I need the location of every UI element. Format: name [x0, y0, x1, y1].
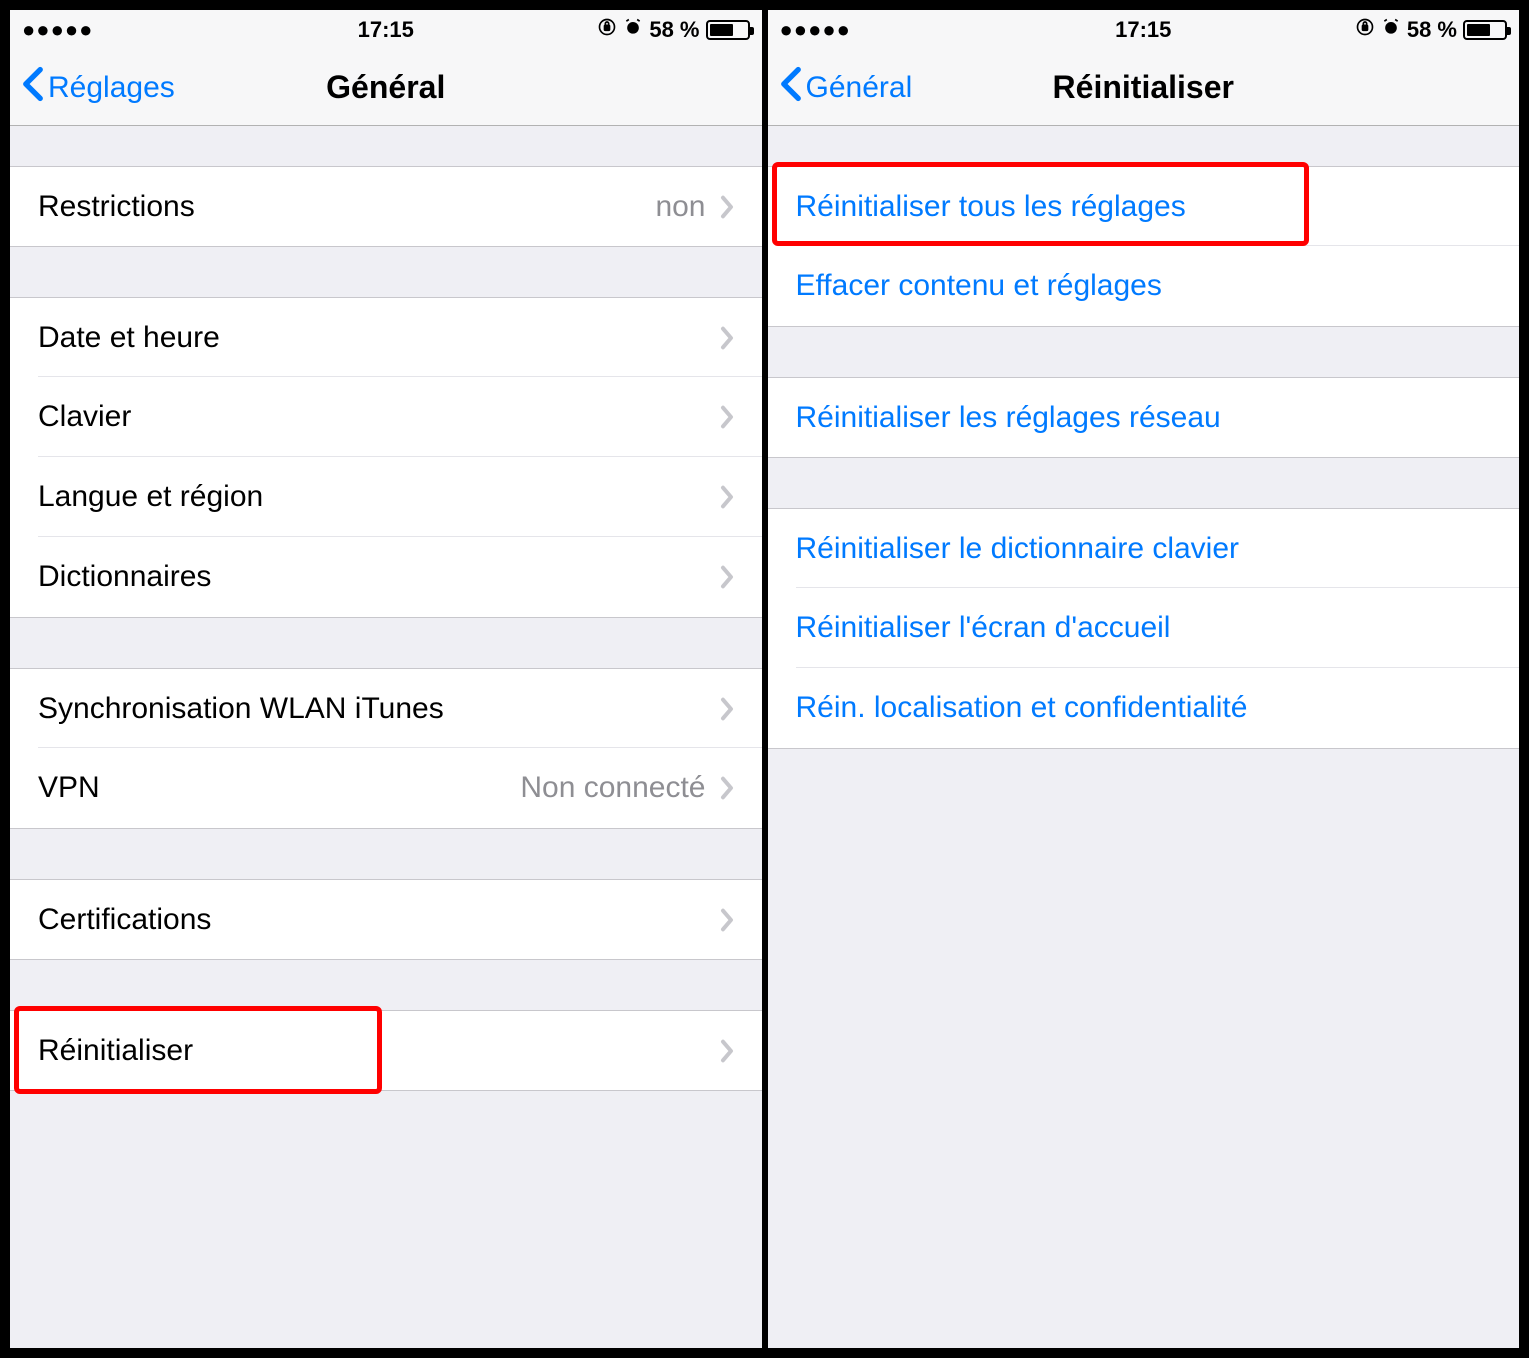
screen-general: ●●●●● 17:15 58 % Réglages Général: [10, 10, 762, 1348]
alarm-icon: [623, 17, 643, 43]
chevron-right-icon: [720, 908, 734, 932]
row-wlan-itunes-sync[interactable]: Synchronisation WLAN iTunes: [10, 668, 762, 748]
row-label: VPN: [38, 771, 520, 805]
row-date-time[interactable]: Date et heure: [10, 297, 762, 377]
nav-bar: Réglages Général: [10, 50, 762, 126]
action-reset-keyboard-dictionary[interactable]: Réinitialiser le dictionnaire clavier: [768, 508, 1520, 588]
chevron-right-icon: [720, 697, 734, 721]
settings-list: Restrictions non Date et heure Clavier L…: [10, 126, 762, 1348]
row-restrictions[interactable]: Restrictions non: [10, 166, 762, 246]
chevron-right-icon: [720, 405, 734, 429]
action-reset-home-screen[interactable]: Réinitialiser l'écran d'accueil: [768, 588, 1520, 668]
status-bar: ●●●●● 17:15 58 %: [10, 10, 762, 50]
row-label: Restrictions: [38, 190, 655, 224]
chevron-right-icon: [720, 326, 734, 350]
row-label: Dictionnaires: [38, 560, 720, 594]
signal-dots-icon: ●●●●●: [780, 17, 851, 43]
chevron-right-icon: [720, 485, 734, 509]
row-label: Langue et région: [38, 480, 720, 514]
back-button[interactable]: Général: [780, 66, 913, 110]
row-dictionaries[interactable]: Dictionnaires: [10, 537, 762, 617]
row-label: Date et heure: [38, 321, 720, 355]
row-language-region[interactable]: Langue et région: [10, 457, 762, 537]
chevron-right-icon: [720, 565, 734, 589]
page-title: Général: [326, 69, 445, 106]
alarm-icon: [1381, 17, 1401, 43]
action-reset-network-settings[interactable]: Réinitialiser les réglages réseau: [768, 377, 1520, 457]
action-label: Réinitialiser les réglages réseau: [796, 401, 1492, 435]
back-label: Général: [806, 71, 913, 105]
chevron-left-icon: [22, 66, 44, 110]
signal-dots-icon: ●●●●●: [22, 17, 93, 43]
screen-reset: ●●●●● 17:15 58 % Général Réinitialiser: [768, 10, 1520, 1348]
chevron-right-icon: [720, 1039, 734, 1063]
row-label: Clavier: [38, 400, 720, 434]
action-label: Effacer contenu et réglages: [796, 269, 1492, 303]
row-label: Synchronisation WLAN iTunes: [38, 692, 720, 726]
nav-bar: Général Réinitialiser: [768, 50, 1520, 126]
action-reset-location-privacy[interactable]: Réin. localisation et confidentialité: [768, 668, 1520, 748]
reset-list: Réinitialiser tous les réglages Effacer …: [768, 126, 1520, 1348]
row-keyboard[interactable]: Clavier: [10, 377, 762, 457]
status-bar: ●●●●● 17:15 58 %: [768, 10, 1520, 50]
battery-icon: [1463, 20, 1507, 40]
row-reset[interactable]: Réinitialiser: [10, 1010, 762, 1090]
status-time: 17:15: [358, 17, 414, 43]
row-value: Non connecté: [520, 771, 705, 805]
lock-rotation-icon: [597, 17, 617, 43]
page-title: Réinitialiser: [1053, 69, 1234, 106]
back-label: Réglages: [48, 71, 175, 105]
row-certifications[interactable]: Certifications: [10, 879, 762, 959]
action-label: Réin. localisation et confidentialité: [796, 691, 1492, 725]
row-value: non: [655, 190, 705, 224]
status-time: 17:15: [1115, 17, 1171, 43]
action-label: Réinitialiser tous les réglages: [796, 190, 1492, 224]
chevron-right-icon: [720, 195, 734, 219]
action-label: Réinitialiser l'écran d'accueil: [796, 611, 1492, 645]
action-reset-all-settings[interactable]: Réinitialiser tous les réglages: [768, 166, 1520, 246]
battery-percent: 58 %: [649, 17, 699, 43]
lock-rotation-icon: [1355, 17, 1375, 43]
back-button[interactable]: Réglages: [22, 66, 175, 110]
battery-icon: [706, 20, 750, 40]
row-vpn[interactable]: VPN Non connecté: [10, 748, 762, 828]
chevron-right-icon: [720, 776, 734, 800]
row-label: Réinitialiser: [38, 1034, 720, 1068]
row-label: Certifications: [38, 903, 720, 937]
chevron-left-icon: [780, 66, 802, 110]
battery-percent: 58 %: [1407, 17, 1457, 43]
action-label: Réinitialiser le dictionnaire clavier: [796, 532, 1492, 566]
action-erase-content-settings[interactable]: Effacer contenu et réglages: [768, 246, 1520, 326]
